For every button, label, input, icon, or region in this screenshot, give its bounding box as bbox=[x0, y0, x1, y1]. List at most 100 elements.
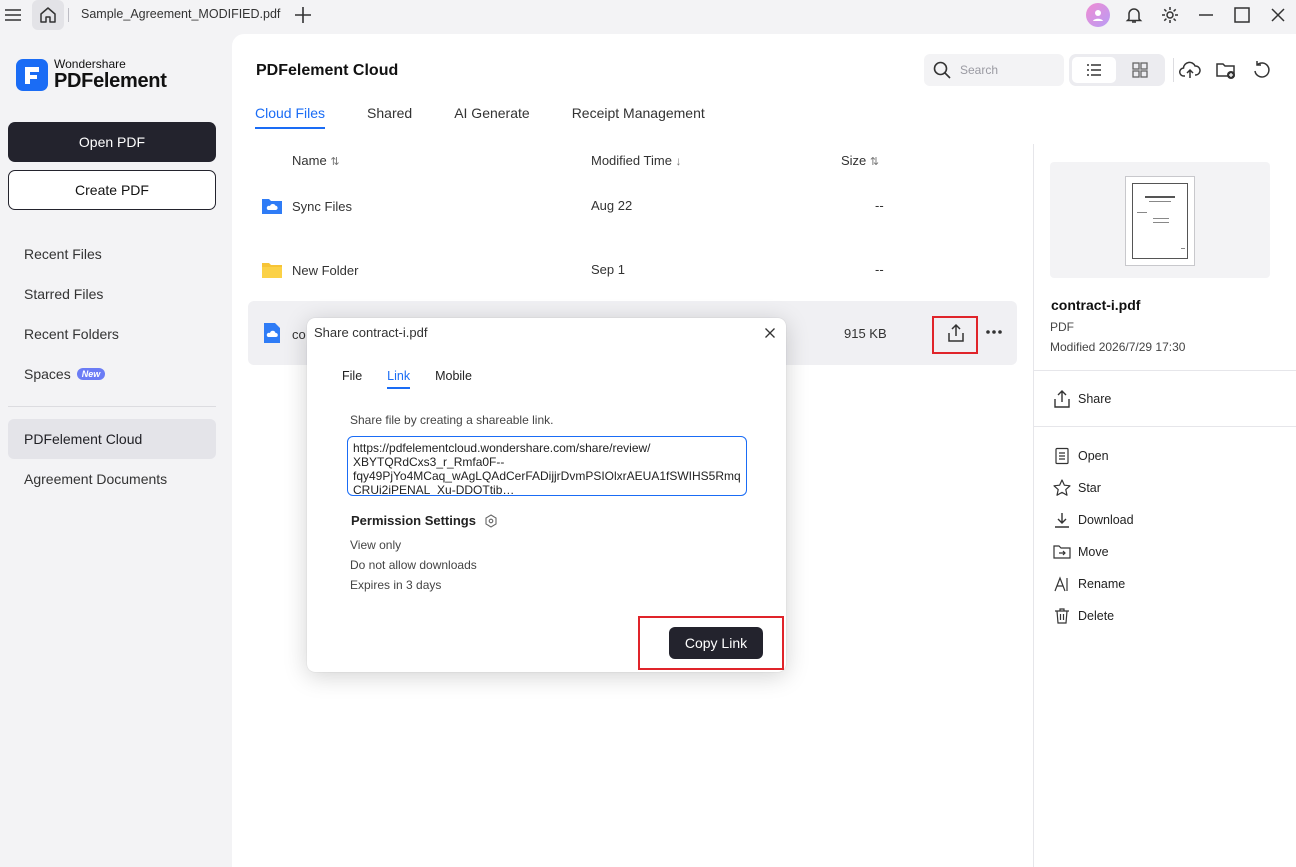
move-label: Move bbox=[1078, 545, 1109, 559]
sidebar-item-label: Agreement Documents bbox=[24, 471, 168, 487]
table-row[interactable]: New Folder Sep 1 -- bbox=[248, 238, 1017, 302]
page-title: PDFelement Cloud bbox=[256, 62, 399, 79]
tab-cloud-files[interactable]: Cloud Files bbox=[255, 105, 326, 129]
open-pdf-button[interactable]: Open PDF bbox=[8, 122, 216, 162]
tab-receipt-management[interactable]: Receipt Management bbox=[572, 105, 705, 129]
permission-view-only: View only bbox=[350, 538, 402, 552]
document-icon bbox=[1052, 446, 1072, 466]
home-button[interactable] bbox=[32, 0, 64, 30]
document-tab[interactable]: Sample_Agreement_MODIFIED.pdf bbox=[81, 7, 280, 21]
settings-hex-icon[interactable] bbox=[484, 513, 498, 528]
create-pdf-button[interactable]: Create PDF bbox=[8, 170, 216, 210]
detail-divider-1 bbox=[1034, 370, 1296, 371]
row-name: Sync Files bbox=[292, 199, 352, 214]
new-badge: New bbox=[76, 368, 106, 380]
detail-star-button[interactable]: Star bbox=[1052, 476, 1101, 500]
detail-share-button[interactable]: Share bbox=[1052, 387, 1111, 411]
tab-shared[interactable]: Shared bbox=[367, 105, 412, 129]
maximize-icon[interactable] bbox=[1224, 0, 1260, 30]
detail-delete-button[interactable]: Delete bbox=[1052, 604, 1114, 628]
list-view-button[interactable] bbox=[1072, 57, 1116, 83]
sidebar-item-pdfelement-cloud[interactable]: PDFelement Cloud bbox=[8, 419, 216, 459]
detail-download-button[interactable]: Download bbox=[1052, 508, 1134, 532]
view-toggle bbox=[1069, 54, 1165, 86]
brand-small: Wondershare bbox=[54, 57, 126, 71]
app-logo: Wondershare PDFelement bbox=[16, 58, 167, 91]
new-folder-icon[interactable] bbox=[1214, 58, 1238, 82]
minimize-icon[interactable] bbox=[1188, 0, 1224, 30]
search-input[interactable]: Search bbox=[924, 54, 1064, 86]
title-bar: Sample_Agreement_MODIFIED.pdf bbox=[0, 0, 1296, 30]
new-tab-icon[interactable] bbox=[292, 4, 314, 26]
tab-file[interactable]: File bbox=[342, 369, 362, 389]
delete-label: Delete bbox=[1078, 609, 1115, 623]
detail-modified: Modified 2026/7/29 17:30 bbox=[1050, 340, 1186, 354]
upload-cloud-icon[interactable] bbox=[1178, 58, 1202, 82]
search-icon bbox=[933, 61, 951, 79]
more-options-icon[interactable] bbox=[984, 324, 1004, 343]
close-icon[interactable] bbox=[761, 324, 779, 342]
rename-icon bbox=[1052, 574, 1072, 594]
star-label: Star bbox=[1078, 481, 1101, 495]
folder-icon bbox=[262, 263, 282, 278]
detail-move-button[interactable]: Move bbox=[1052, 540, 1109, 564]
star-icon bbox=[1052, 478, 1072, 498]
sidebar-item-spaces[interactable]: Spaces New bbox=[8, 354, 216, 394]
highlight-copy-link bbox=[638, 616, 784, 670]
download-icon bbox=[1052, 510, 1072, 530]
gear-icon[interactable] bbox=[1152, 0, 1188, 30]
bell-icon[interactable] bbox=[1116, 0, 1152, 30]
close-window-icon[interactable] bbox=[1260, 0, 1296, 30]
sidebar-divider bbox=[8, 406, 216, 407]
permission-downloads: Do not allow downloads bbox=[350, 558, 477, 572]
document-preview bbox=[1125, 176, 1195, 266]
sidebar: Wondershare PDFelement Open PDF Create P… bbox=[0, 30, 232, 867]
detail-divider-2 bbox=[1034, 426, 1296, 427]
rename-label: Rename bbox=[1078, 577, 1126, 591]
list-icon bbox=[1087, 64, 1101, 76]
row-size: 915 KB bbox=[844, 326, 887, 341]
toolbar-divider bbox=[1173, 58, 1174, 82]
row-name: New Folder bbox=[292, 263, 359, 278]
avatar bbox=[1086, 3, 1110, 27]
grid-view-button[interactable] bbox=[1118, 57, 1162, 83]
sort-icon: ⇅ bbox=[869, 156, 880, 168]
sidebar-item-label: Recent Files bbox=[24, 246, 102, 262]
tab-separator bbox=[68, 8, 69, 22]
permission-settings-title: Permission Settings bbox=[351, 513, 498, 528]
sidebar-item-recent-files[interactable]: Recent Files bbox=[8, 234, 216, 274]
detail-file-type: PDF bbox=[1050, 320, 1074, 334]
column-header-size[interactable]: Size ⇅ bbox=[841, 153, 879, 168]
tab-link[interactable]: Link bbox=[387, 369, 411, 389]
menu-icon[interactable] bbox=[2, 4, 24, 26]
sidebar-item-label: Recent Folders bbox=[24, 326, 119, 342]
sidebar-item-starred-files[interactable]: Starred Files bbox=[8, 274, 216, 314]
row-modified: Sep 1 bbox=[591, 262, 625, 277]
detail-divider bbox=[1033, 144, 1034, 867]
content-tabs: Cloud Files Shared AI Generate Receipt M… bbox=[255, 105, 747, 129]
row-size: -- bbox=[875, 262, 884, 277]
open-label: Open bbox=[1078, 449, 1109, 463]
dialog-title: Share contract-i.pdf bbox=[314, 325, 428, 340]
share-dialog: Share contract-i.pdf File Link Mobile Sh… bbox=[307, 318, 786, 672]
detail-rename-button[interactable]: Rename bbox=[1052, 572, 1125, 596]
refresh-icon[interactable] bbox=[1250, 58, 1274, 82]
share-tabs: File Link Mobile bbox=[342, 369, 497, 389]
detail-open-button[interactable]: Open bbox=[1052, 444, 1109, 468]
home-icon bbox=[40, 7, 56, 23]
detail-file-name: contract-i.pdf bbox=[1051, 297, 1141, 313]
share-link-field[interactable]: https://pdfelementcloud.wondershare.com/… bbox=[347, 436, 747, 496]
avatar-button[interactable] bbox=[1080, 0, 1116, 30]
column-header-modified[interactable]: Modified Time ↓ bbox=[591, 153, 682, 168]
sidebar-item-recent-folders[interactable]: Recent Folders bbox=[8, 314, 216, 354]
tab-mobile[interactable]: Mobile bbox=[435, 369, 472, 389]
download-label: Download bbox=[1078, 513, 1134, 527]
share-icon bbox=[1052, 389, 1072, 409]
column-header-name[interactable]: Name ⇅ bbox=[292, 153, 340, 168]
share-link-text: https://pdfelementcloud.wondershare.com/… bbox=[353, 441, 741, 496]
sidebar-item-agreement-documents[interactable]: Agreement Documents bbox=[8, 459, 216, 499]
table-row[interactable]: Sync Files Aug 22 -- bbox=[248, 174, 1017, 238]
sort-icon: ⇅ bbox=[330, 156, 340, 168]
brand-large: PDFelement bbox=[54, 70, 167, 92]
tab-ai-generate[interactable]: AI Generate bbox=[454, 105, 530, 129]
